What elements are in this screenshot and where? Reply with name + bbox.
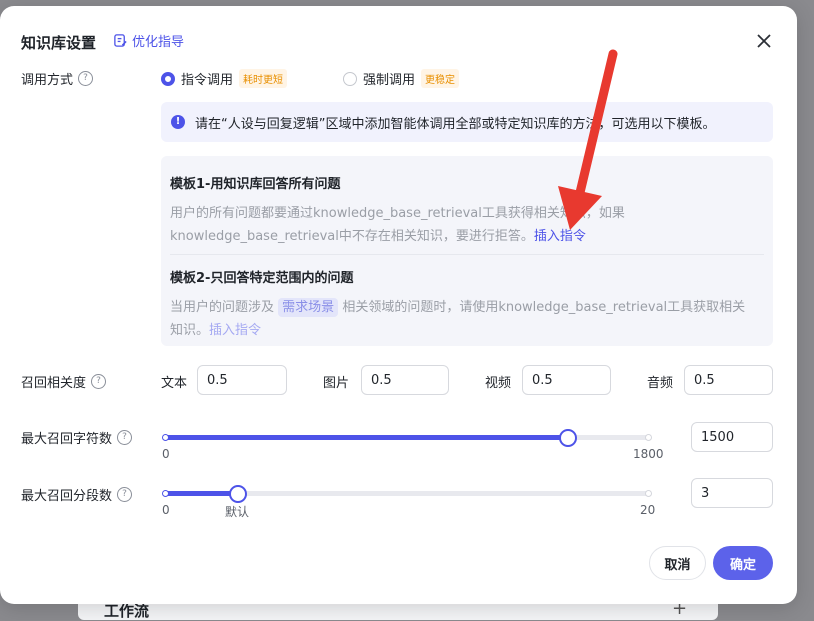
radio-command-call[interactable]: 指令调用 耗时更短 [161, 69, 288, 88]
relevance-image-label: 图片 [323, 376, 350, 391]
template-1-title: 模板1-用知识库回答所有问题 [170, 177, 341, 192]
relevance-audio-input[interactable]: 0.5 [684, 365, 773, 395]
template-1-line-1: 用户的所有问题都要通过knowledge_base_retrieval工具获得相… [170, 206, 625, 221]
max-chars-thumb[interactable] [559, 429, 578, 447]
template-2-body: 当用户的问题涉及 需求场景 相关领域的问题时，请使用knowledge_base… [170, 296, 768, 342]
max-segments-max-tick: 20 [640, 503, 656, 517]
max-chars-fill [165, 435, 569, 440]
info-icon: ! [171, 115, 185, 129]
max-segments-min-tick: 0 [162, 503, 170, 517]
close-icon[interactable] [753, 30, 775, 52]
optimize-guide-link[interactable]: 优化指导 [113, 31, 184, 50]
relevance-label: 召回相关度 ? [21, 372, 107, 391]
dialog-title: 知识库设置 [21, 34, 97, 52]
relevance-image-input[interactable]: 0.5 [361, 365, 449, 395]
knowledge-settings-dialog: 知识库设置 优化指导 调用方式 ? 指令调用 耗时更短 强制调用 更稳定 ! 请… [0, 6, 797, 604]
max-chars-min-tick: 0 [162, 447, 170, 461]
relevance-text-label: 文本 [161, 376, 188, 391]
stable-tag: 更稳定 [421, 69, 460, 88]
template-2-text-post: 相关领域的问题时，请使用knowledge_base_retrieval工具获取… [342, 300, 746, 315]
max-chars-min-dot [162, 434, 169, 441]
radio-unselected-icon [343, 71, 357, 86]
faster-tag: 耗时更短 [239, 69, 288, 88]
relevance-label-text: 召回相关度 [21, 376, 87, 391]
max-chars-slider[interactable] [162, 429, 652, 447]
relevance-video-label: 视频 [485, 376, 512, 391]
template-divider [170, 254, 764, 255]
max-chars-label-text: 最大召回字符数 [21, 432, 113, 447]
relevance-video-input[interactable]: 0.5 [522, 365, 611, 395]
max-chars-max-tick: 1800 [633, 447, 664, 461]
call-mode-label-text: 调用方式 [21, 73, 74, 88]
relevance-text-input[interactable]: 0.5 [197, 365, 287, 395]
help-icon[interactable]: ? [91, 374, 107, 389]
call-mode-label: 调用方式 ? [21, 69, 94, 88]
radio-selected-icon [161, 71, 175, 86]
cancel-button[interactable]: 取消 [649, 546, 706, 580]
template-1-line-2: knowledge_base_retrieval中不存在相关知识，要进行拒答。 [170, 229, 534, 244]
info-banner: ! 请在“人设与回复逻辑”区域中添加智能体调用全部或特定知识库的方法，可选用以下… [161, 102, 773, 142]
template-2-line-2: 知识。 [170, 323, 210, 338]
max-segments-fill [165, 491, 238, 496]
help-icon[interactable]: ? [117, 430, 133, 445]
radio-forced-call[interactable]: 强制调用 更稳定 [343, 69, 460, 88]
scenario-chip[interactable]: 需求场景 [278, 298, 339, 317]
help-icon[interactable]: ? [78, 71, 94, 86]
template-1-body: 用户的所有问题都要通过knowledge_base_retrieval工具获得相… [170, 202, 766, 248]
max-segments-thumb[interactable] [228, 485, 247, 503]
max-segments-max-dot [645, 490, 652, 497]
optimize-guide-label: 优化指导 [132, 35, 185, 50]
max-segments-default-tick: 默认 [225, 505, 250, 519]
max-chars-max-dot [645, 434, 652, 441]
template-2-title: 模板2-只回答特定范围内的问题 [170, 271, 354, 286]
max-chars-label: 最大召回字符数 ? [21, 428, 133, 447]
help-icon[interactable]: ? [117, 487, 133, 502]
max-segments-min-dot [162, 490, 169, 497]
max-segments-slider[interactable] [162, 485, 652, 503]
info-banner-text: 请在“人设与回复逻辑”区域中添加智能体调用全部或特定知识库的方法，可选用以下模板… [195, 116, 716, 132]
max-segments-input[interactable]: 3 [691, 478, 773, 508]
max-segments-label: 最大召回分段数 ? [21, 485, 133, 504]
template-2-text-pre: 当用户的问题涉及 [170, 300, 275, 315]
radio-command-call-label: 指令调用 [181, 73, 234, 88]
radio-forced-call-label: 强制调用 [363, 73, 416, 88]
max-chars-input[interactable]: 1500 [691, 422, 773, 452]
template-2-insert-link[interactable]: 插入指令 [209, 323, 261, 338]
template-1-insert-link[interactable]: 插入指令 [534, 229, 586, 244]
template-box: 模板1-用知识库回答所有问题 用户的所有问题都要通过knowledge_base… [161, 156, 773, 346]
edit-doc-icon [114, 34, 127, 47]
max-segments-label-text: 最大召回分段数 [21, 489, 113, 504]
confirm-button[interactable]: 确定 [713, 546, 773, 580]
relevance-audio-label: 音频 [647, 376, 674, 391]
